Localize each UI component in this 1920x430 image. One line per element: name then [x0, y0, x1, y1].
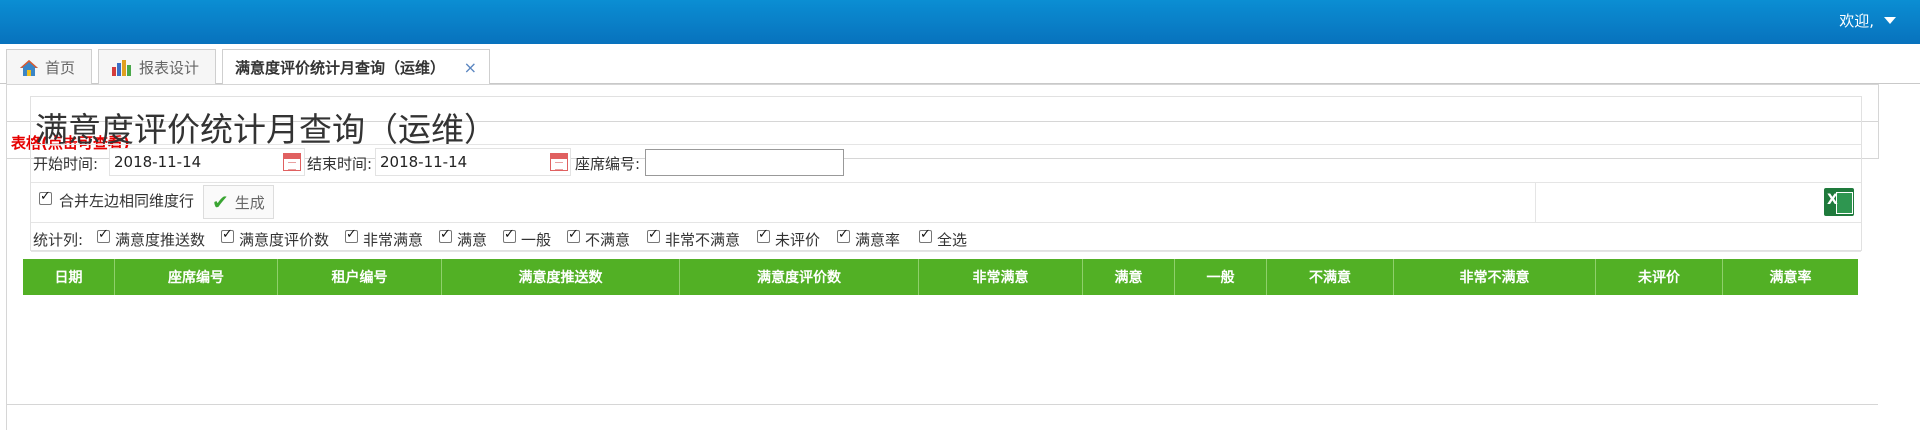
filter-row: 开始时间: 2018-11-14 结束时间: 2018-11-14 座席编号:: [31, 144, 1861, 182]
start-time-label: 开始时间:: [33, 155, 99, 173]
stat-label-satisfied: 满意: [457, 231, 488, 249]
generate-button[interactable]: ✔ 生成: [203, 185, 274, 219]
action-row: 合并左边相同维度行 ✔ 生成 X: [31, 182, 1861, 223]
tab-bar: 首页 报表设计 满意度评价统计月查询（运维） ×: [0, 44, 1920, 85]
stat-label-select-all: 全选: [937, 231, 968, 249]
seat-input[interactable]: [645, 149, 844, 176]
merge-label: 合并左边相同维度行: [59, 192, 195, 210]
stat-checkbox-not-evaluated[interactable]: [757, 227, 770, 243]
column-header-eval-count[interactable]: 满意度评价数: [680, 259, 919, 295]
end-time-label: 结束时间:: [307, 155, 373, 173]
report-panel: 满意度评价统计月查询（运维） 开始时间: 2018-11-14 结束时间: 20…: [30, 96, 1862, 252]
end-time-input[interactable]: 2018-11-14: [375, 148, 571, 176]
end-time-value: 2018-11-14: [380, 153, 468, 171]
stat-checkbox-very-satisfied[interactable]: [345, 227, 358, 243]
start-time-value: 2018-11-14: [114, 153, 202, 171]
excel-icon[interactable]: X: [1824, 188, 1854, 216]
column-header-rate[interactable]: 满意率: [1723, 259, 1858, 295]
calendar-icon[interactable]: [550, 153, 568, 171]
seat-label: 座席编号:: [575, 155, 641, 173]
stat-label-push: 满意度推送数: [115, 231, 206, 249]
column-header-neutral[interactable]: 一般: [1175, 259, 1267, 295]
stat-label-very-satisfied: 非常满意: [363, 231, 424, 249]
stat-label-rate: 满意率: [855, 231, 901, 249]
tab-satisfaction-label: 满意度评价统计月查询（运维）: [235, 59, 446, 77]
stat-label-not-evaluated: 未评价: [775, 231, 821, 249]
generate-label: 生成: [234, 193, 265, 212]
stat-checkbox-neutral[interactable]: [503, 227, 516, 243]
stat-columns-row: 统计列: 满意度推送数 满意度评价数 非常满意 满意 一般 不满意 非常不满意 …: [31, 222, 1861, 252]
check-icon: ✔: [212, 190, 229, 214]
welcome-text: 欢迎,: [1839, 12, 1874, 30]
calendar-icon[interactable]: [283, 153, 301, 171]
stat-checkbox-rate[interactable]: [837, 227, 850, 243]
top-bar: 欢迎,: [0, 0, 1920, 44]
tab-report-design[interactable]: 报表设计: [98, 49, 216, 85]
column-header-tenant[interactable]: 租户编号: [278, 259, 442, 295]
user-menu[interactable]: 欢迎,: [1839, 10, 1896, 31]
merge-checkbox[interactable]: [39, 189, 52, 205]
chevron-down-icon[interactable]: [1884, 17, 1896, 24]
stat-checkbox-push[interactable]: [97, 227, 110, 243]
column-header-seat[interactable]: 座席编号: [115, 259, 278, 295]
stat-checkbox-eval[interactable]: [221, 227, 234, 243]
stat-label-eval: 满意度评价数: [239, 231, 330, 249]
tab-satisfaction-monthly[interactable]: 满意度评价统计月查询（运维） ×: [222, 49, 490, 85]
column-header-very-dissatisfied[interactable]: 非常不满意: [1394, 259, 1596, 295]
stat-label-dissatisfied: 不满意: [585, 231, 631, 249]
tab-home-label: 首页: [45, 59, 76, 77]
column-header-not-evaluated[interactable]: 未评价: [1596, 259, 1723, 295]
tab-report-design-label: 报表设计: [139, 59, 200, 77]
stat-checkbox-satisfied[interactable]: [439, 227, 452, 243]
bottom-divider: [6, 404, 1878, 405]
stat-checkbox-very-dissatisfied[interactable]: [647, 227, 660, 243]
column-header-very-satisfied[interactable]: 非常满意: [919, 259, 1083, 295]
tab-home[interactable]: 首页: [6, 49, 92, 85]
column-header-date[interactable]: 日期: [23, 259, 115, 295]
bar-chart-icon: [112, 59, 131, 76]
close-icon[interactable]: ×: [464, 58, 477, 77]
stat-checkbox-dissatisfied[interactable]: [567, 227, 580, 243]
column-header-push-count[interactable]: 满意度推送数: [442, 259, 680, 295]
divider: [1535, 183, 1536, 223]
grid-header-row: 日期 座席编号 租户编号 满意度推送数 满意度评价数 非常满意 满意 一般 不满…: [23, 259, 1858, 295]
stat-label-very-dissatisfied: 非常不满意: [665, 231, 741, 249]
stat-columns-label: 统计列:: [33, 231, 84, 249]
column-header-dissatisfied[interactable]: 不满意: [1267, 259, 1394, 295]
start-time-input[interactable]: 2018-11-14: [109, 148, 305, 176]
home-icon: [20, 59, 38, 76]
column-header-satisfied[interactable]: 满意: [1083, 259, 1175, 295]
stat-checkbox-select-all[interactable]: [919, 227, 932, 243]
stat-label-neutral: 一般: [521, 231, 552, 249]
